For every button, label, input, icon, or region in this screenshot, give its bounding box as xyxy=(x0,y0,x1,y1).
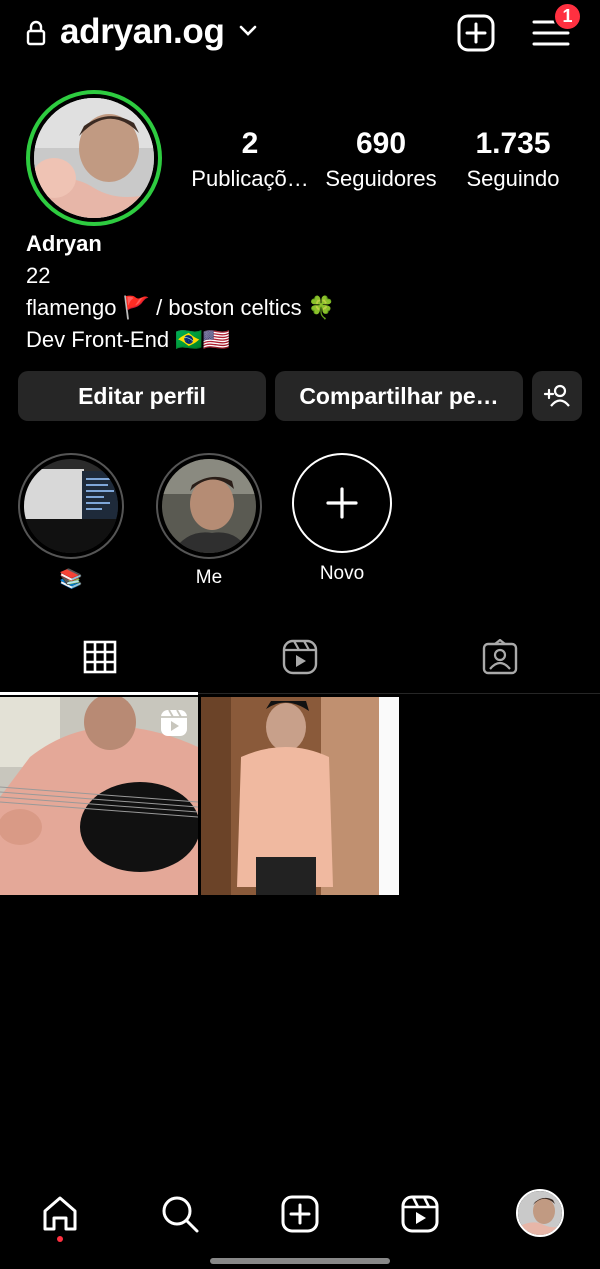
highlight-cover xyxy=(24,459,118,553)
notification-badge: 1 xyxy=(553,2,582,31)
profile-avatar[interactable] xyxy=(26,90,162,226)
reels-icon xyxy=(401,1195,439,1233)
create-icon xyxy=(281,1195,319,1233)
search-icon xyxy=(162,1196,199,1233)
highlight-books[interactable]: 📚 xyxy=(18,453,124,591)
stat-posts[interactable]: 2 Publicaçõ… xyxy=(190,128,310,192)
tab-tagged[interactable] xyxy=(400,620,600,694)
edit-profile-button[interactable]: Editar perfil xyxy=(18,371,266,421)
home-indicator xyxy=(210,1258,390,1264)
following-count: 1.735 xyxy=(475,127,551,160)
home-icon xyxy=(43,1196,77,1231)
posts-count: 2 xyxy=(241,127,259,160)
tab-reels[interactable] xyxy=(200,620,400,694)
nav-search[interactable] xyxy=(158,1192,202,1236)
followers-label: Seguidores xyxy=(325,166,437,191)
followers-count: 690 xyxy=(355,127,407,160)
highlight-label: 📚 xyxy=(59,569,83,590)
share-profile-button[interactable]: Compartilhar pe… xyxy=(275,371,523,421)
avatar-photo xyxy=(34,98,154,218)
plus-icon xyxy=(326,487,358,519)
highlight-ring xyxy=(156,453,262,559)
profile-username[interactable]: adryan.og xyxy=(60,12,225,52)
reel-badge-icon xyxy=(161,709,187,736)
discover-people-button[interactable] xyxy=(532,371,582,421)
home-active-dot xyxy=(57,1236,63,1242)
stat-followers[interactable]: 690 Seguidores xyxy=(318,128,444,192)
highlight-new[interactable]: Novo xyxy=(289,453,395,585)
nav-home[interactable] xyxy=(38,1192,82,1236)
bio-line: 22 xyxy=(26,263,51,288)
tab-posts-grid[interactable] xyxy=(0,620,200,695)
post-thumbnail xyxy=(201,697,399,895)
bio-line: Dev Front-End 🇧🇷🇺🇸 xyxy=(26,327,230,352)
create-post-button[interactable] xyxy=(457,14,495,52)
new-highlight-ring xyxy=(292,453,392,553)
highlight-ring xyxy=(18,453,124,559)
highlight-cover xyxy=(162,459,256,553)
bottom-navigation xyxy=(0,1180,600,1250)
bio-line: flamengo 🚩 / boston celtics 🍀 xyxy=(26,295,336,320)
nav-create[interactable] xyxy=(278,1192,322,1236)
highlight-me[interactable]: Me xyxy=(156,453,262,589)
grid-icon xyxy=(83,640,117,674)
following-label: Seguindo xyxy=(466,166,560,191)
profile-avatar xyxy=(518,1191,562,1235)
add-person-icon xyxy=(543,384,570,407)
display-name: Adryan xyxy=(26,231,102,256)
post-photo-mirror[interactable] xyxy=(201,697,399,895)
tagged-icon xyxy=(482,639,518,675)
profile-tabs xyxy=(0,620,600,695)
nav-reels[interactable] xyxy=(398,1192,442,1236)
chevron-down-icon[interactable] xyxy=(238,24,258,38)
reels-icon xyxy=(282,639,318,675)
highlight-label: Me xyxy=(195,567,223,588)
nav-profile[interactable] xyxy=(516,1189,564,1237)
profile-bio: Adryan 22 flamengo 🚩 / boston celtics 🍀 … xyxy=(26,228,335,356)
lock-icon xyxy=(26,20,46,46)
stat-following[interactable]: 1.735 Seguindo xyxy=(458,128,568,192)
post-reel-guitar[interactable] xyxy=(0,697,198,895)
posts-label: Publicaçõ… xyxy=(191,166,309,191)
top-bar: adryan.og 1 xyxy=(0,0,600,70)
highlight-label: Novo xyxy=(319,563,365,584)
